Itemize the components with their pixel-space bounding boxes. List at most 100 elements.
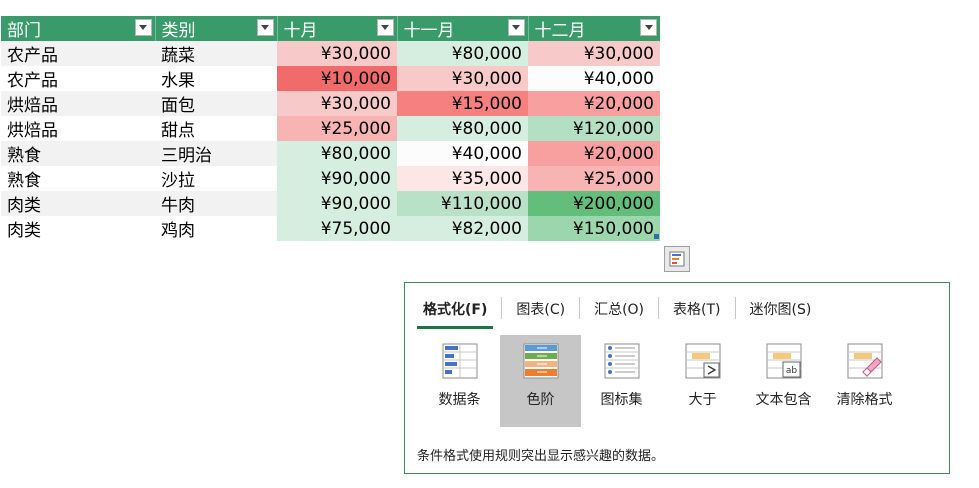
- cell-nov[interactable]: ¥35,000: [397, 166, 528, 191]
- cell-oct[interactable]: ¥75,000: [277, 216, 397, 241]
- header-cell-category[interactable]: 类别: [155, 16, 278, 41]
- table-row: 熟食 三明治 ¥80,000 ¥40,000 ¥20,000: [1, 141, 660, 166]
- cell-category[interactable]: 甜点: [155, 116, 277, 141]
- filter-dropdown-icon[interactable]: [640, 19, 657, 36]
- cell-nov[interactable]: ¥15,000: [397, 91, 528, 116]
- clear-format-button[interactable]: 清除格式: [824, 335, 905, 427]
- quick-analysis-panel: 格式化(F) 图表(C) 汇总(O) 表格(T) 迷你图(S) 数据条 色阶 图…: [404, 282, 950, 474]
- header-label: 部门: [7, 21, 41, 41]
- tab-formatting[interactable]: 格式化(F): [417, 299, 494, 329]
- table-row: 农产品 蔬菜 ¥30,000 ¥80,000 ¥30,000: [1, 41, 660, 66]
- greater-than-icon: [685, 343, 720, 379]
- tab-sparklines[interactable]: 迷你图(S): [744, 299, 818, 325]
- cell-oct[interactable]: ¥30,000: [277, 41, 397, 66]
- tab-divider: [658, 297, 660, 319]
- cell-dept[interactable]: 肉类: [1, 216, 155, 241]
- filter-dropdown-icon[interactable]: [507, 19, 525, 36]
- cell-oct[interactable]: ¥10,000: [277, 66, 397, 91]
- header-label: 十月: [283, 21, 318, 41]
- cell-oct[interactable]: ¥25,000: [277, 116, 397, 141]
- cell-dec[interactable]: ¥30,000: [528, 41, 660, 66]
- cell-nov[interactable]: ¥40,000: [397, 141, 528, 166]
- formatting-tools: 数据条 色阶 图标集 大于 ab 文本包含 清除格式: [419, 335, 905, 427]
- cell-dept[interactable]: 农产品: [1, 41, 155, 66]
- cell-dept[interactable]: 熟食: [1, 141, 155, 166]
- table-row: 肉类 牛肉 ¥90,000 ¥110,000 ¥200,000: [1, 191, 660, 216]
- cell-dec[interactable]: ¥200,000: [528, 191, 660, 216]
- cell-category[interactable]: 牛肉: [155, 191, 277, 216]
- text-contains-icon: ab: [766, 343, 801, 379]
- tool-label: 文本包含: [755, 392, 812, 408]
- tab-divider: [501, 297, 503, 319]
- cell-category[interactable]: 水果: [155, 66, 277, 91]
- tab-tables[interactable]: 表格(T): [667, 299, 726, 325]
- tab-divider: [579, 297, 581, 319]
- header-label: 类别: [161, 21, 196, 41]
- quick-analysis-button[interactable]: [664, 246, 690, 272]
- cell-oct[interactable]: ¥90,000: [277, 166, 397, 191]
- table-row: 农产品 水果 ¥10,000 ¥30,000 ¥40,000: [1, 66, 660, 91]
- cell-dec[interactable]: ¥20,000: [528, 141, 660, 166]
- tool-label: 数据条: [438, 392, 481, 408]
- data-bars-button[interactable]: 数据条: [419, 335, 500, 427]
- filter-dropdown-icon[interactable]: [134, 19, 152, 36]
- tool-label: 清除格式: [836, 392, 893, 408]
- cell-dept[interactable]: 农产品: [1, 66, 155, 91]
- icon-set-icon: [604, 343, 639, 379]
- cell-oct[interactable]: ¥90,000: [277, 191, 397, 216]
- cell-dept[interactable]: 熟食: [1, 166, 155, 191]
- cell-category[interactable]: 蔬菜: [155, 41, 277, 66]
- table-row: 烘焙品 甜点 ¥25,000 ¥80,000 ¥120,000: [1, 116, 660, 141]
- tool-label: 色阶: [526, 392, 555, 408]
- panel-description: 条件格式使用规则突出显示感兴趣的数据。: [417, 449, 665, 464]
- table-row: 烘焙品 面包 ¥30,000 ¥15,000 ¥20,000: [1, 91, 660, 116]
- cell-oct[interactable]: ¥80,000: [277, 141, 397, 166]
- color-scale-button[interactable]: 色阶: [500, 335, 581, 427]
- cell-oct[interactable]: ¥30,000: [277, 91, 397, 116]
- tool-label: 大于: [688, 392, 717, 408]
- header-cell-oct[interactable]: 十月: [277, 16, 398, 41]
- tab-charts[interactable]: 图表(C): [510, 299, 571, 325]
- tab-divider: [734, 297, 736, 319]
- icon-set-button[interactable]: 图标集: [581, 335, 662, 427]
- cell-nov[interactable]: ¥82,000: [397, 216, 528, 241]
- cell-nov[interactable]: ¥110,000: [397, 191, 528, 216]
- filter-dropdown-icon[interactable]: [376, 19, 394, 36]
- header-label: 十二月: [534, 21, 586, 41]
- text-contains-button[interactable]: ab 文本包含: [743, 335, 824, 427]
- cell-dept[interactable]: 烘焙品: [1, 116, 155, 141]
- cell-dec[interactable]: ¥40,000: [528, 66, 660, 91]
- data-table: 部门 类别 十月 十一月 十二月 农产品 蔬菜 ¥30,000 ¥80,000 …: [1, 16, 660, 241]
- svg-text:ab: ab: [785, 366, 797, 376]
- cell-nov[interactable]: ¥80,000: [397, 116, 528, 141]
- cell-category[interactable]: 鸡肉: [155, 216, 277, 241]
- quick-analysis-icon: [669, 251, 685, 267]
- cell-category[interactable]: 面包: [155, 91, 277, 116]
- cell-category[interactable]: 三明治: [155, 141, 277, 166]
- header-cell-nov[interactable]: 十一月: [397, 16, 529, 41]
- header-cell-dec[interactable]: 十二月: [528, 16, 660, 41]
- header-cell-dept[interactable]: 部门: [1, 16, 156, 41]
- tab-totals[interactable]: 汇总(O): [588, 299, 650, 325]
- header-label: 十一月: [403, 21, 455, 41]
- cell-dec[interactable]: ¥25,000: [528, 166, 660, 191]
- cell-dept[interactable]: 烘焙品: [1, 91, 155, 116]
- data-bars-icon: [442, 343, 477, 379]
- table-row: 肉类 鸡肉 ¥75,000 ¥82,000 ¥150,000: [1, 216, 660, 241]
- cell-dept[interactable]: 肉类: [1, 191, 155, 216]
- cell-dec[interactable]: ¥120,000: [528, 116, 660, 141]
- tool-label: 图标集: [600, 392, 643, 408]
- tab-bar: 格式化(F) 图表(C) 汇总(O) 表格(T) 迷你图(S): [417, 297, 825, 329]
- header-row: 部门 类别 十月 十一月 十二月: [1, 16, 660, 41]
- greater-than-button[interactable]: 大于: [662, 335, 743, 427]
- color-scale-icon: [523, 343, 558, 379]
- filter-dropdown-icon[interactable]: [256, 19, 274, 36]
- cell-dec[interactable]: ¥150,000: [528, 216, 660, 241]
- cell-dec[interactable]: ¥20,000: [528, 91, 660, 116]
- table-resize-handle[interactable]: [654, 234, 659, 239]
- clear-format-icon: [847, 343, 882, 379]
- cell-category[interactable]: 沙拉: [155, 166, 277, 191]
- cell-nov[interactable]: ¥80,000: [397, 41, 528, 66]
- cell-nov[interactable]: ¥30,000: [397, 66, 528, 91]
- table-row: 熟食 沙拉 ¥90,000 ¥35,000 ¥25,000: [1, 166, 660, 191]
